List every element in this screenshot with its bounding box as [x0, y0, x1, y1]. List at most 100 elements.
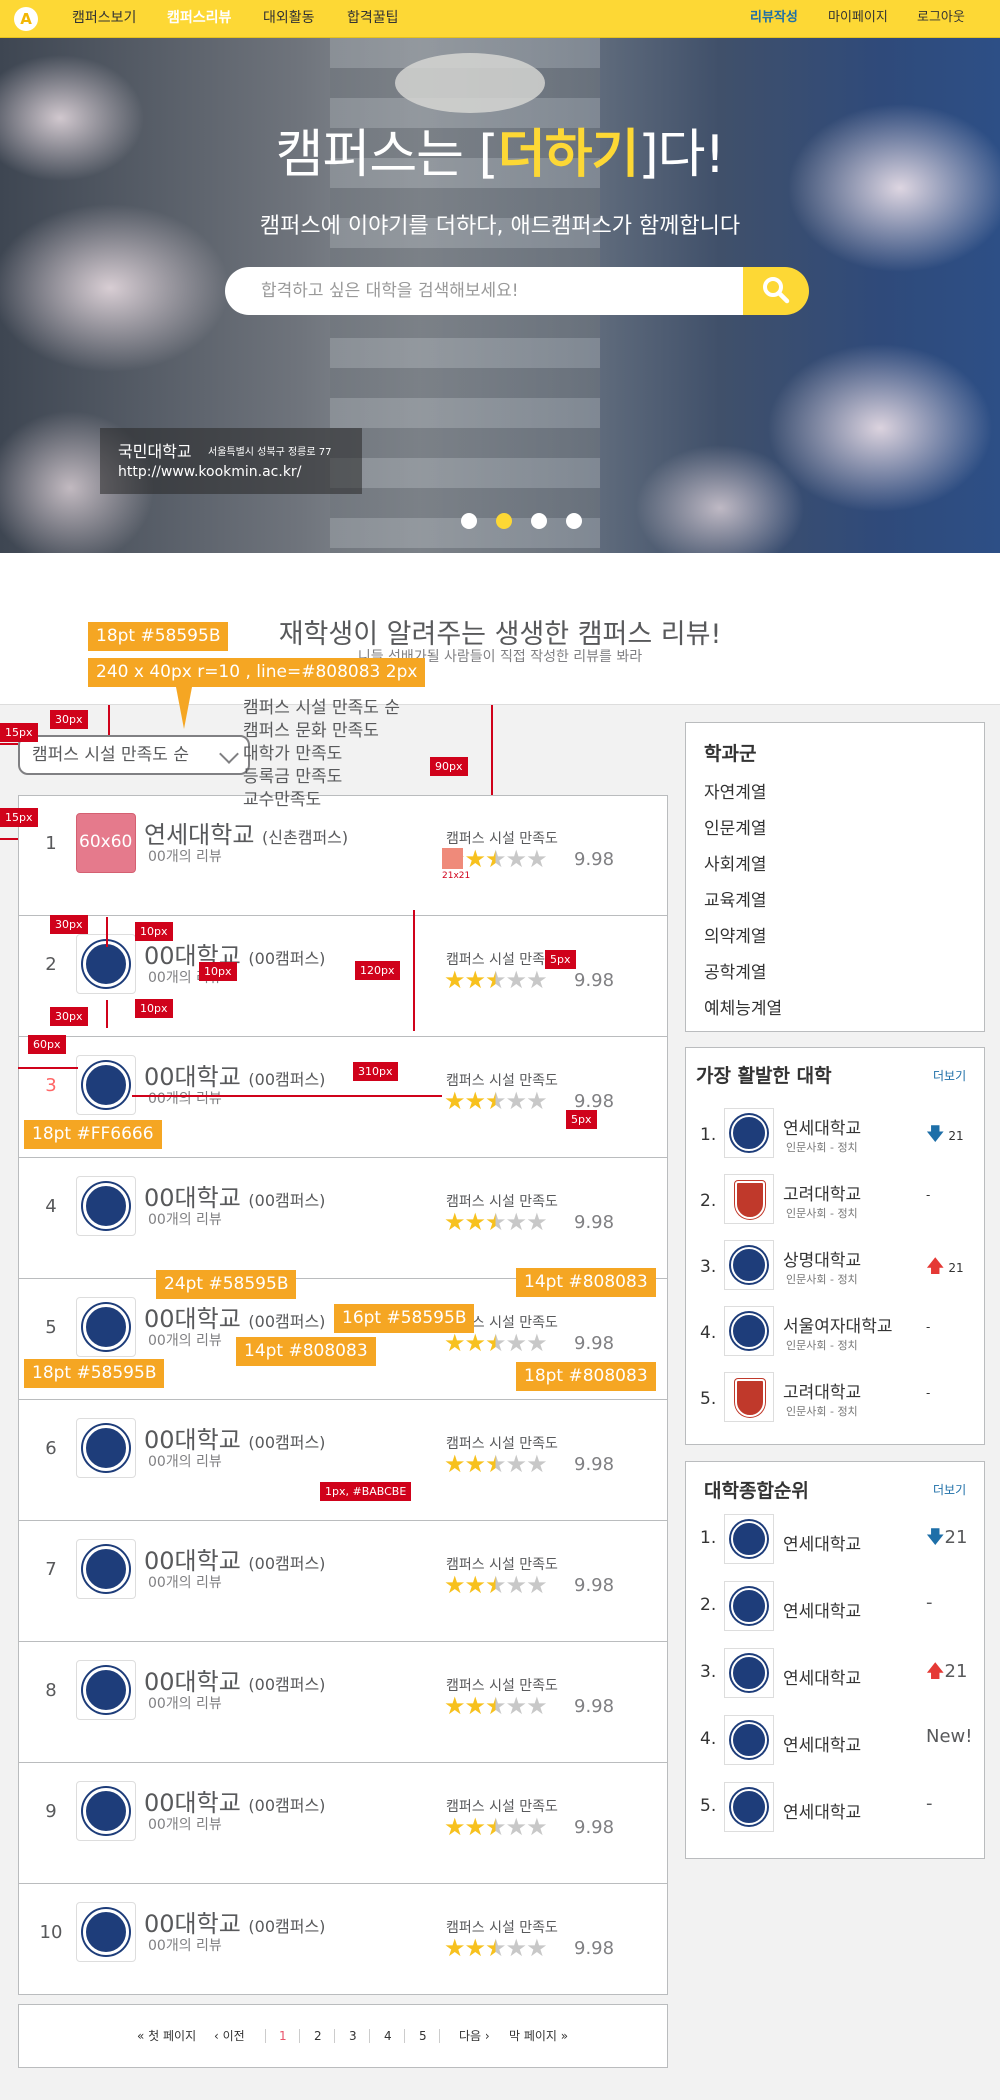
slider-dot-2[interactable]: [496, 513, 512, 529]
overall-more-link[interactable]: 더보기: [933, 1481, 966, 1498]
university-name[interactable]: 00대학교 (00캠퍼스): [144, 1299, 325, 1334]
search-button[interactable]: [743, 267, 809, 315]
university-logo[interactable]: 60x60: [76, 813, 136, 873]
sort-option[interactable]: 등록금 만족도: [243, 762, 342, 787]
slider-dot-1[interactable]: [461, 513, 477, 529]
review-row[interactable]: 8 00대학교 (00캠퍼스) 00개의 리뷰 캠퍼스 시설 만족도 ★★★★★ 9.98: [18, 1642, 668, 1763]
star-full-icon: ★: [464, 1934, 486, 1962]
overall-university-name[interactable]: 연세대학교: [783, 1530, 861, 1555]
category-item[interactable]: 사회계열: [704, 850, 767, 875]
overall-university-logo[interactable]: [724, 1514, 774, 1564]
university-logo[interactable]: [76, 1781, 136, 1841]
active-university-name[interactable]: 고려대학교: [783, 1180, 861, 1205]
nav-write-review[interactable]: 리뷰작성: [750, 0, 798, 38]
rating-score: 9.98: [574, 1575, 615, 1596]
review-row[interactable]: 2 00대학교 (00캠퍼스) 00개의 리뷰 캠퍼스 시설 만족도 ★★★★★ 9.98: [18, 916, 668, 1037]
active-university-name[interactable]: 상명대학교: [783, 1246, 861, 1271]
page-last[interactable]: 막 페이지 »: [509, 2005, 568, 2067]
university-logo[interactable]: [76, 1418, 136, 1478]
sort-select[interactable]: 캠퍼스 시설 만족도 순: [18, 735, 250, 775]
overall-university-name[interactable]: 연세대학교: [783, 1664, 861, 1689]
active-university-logo[interactable]: [724, 1372, 774, 1422]
university-crest-icon: [735, 1379, 765, 1417]
category-item[interactable]: 의약계열: [704, 922, 767, 947]
overall-university-name[interactable]: 연세대학교: [783, 1597, 861, 1622]
active-university-name[interactable]: 고려대학교: [783, 1378, 861, 1403]
pagination: « 첫 페이지 ‹ 이전 1 2 3 4 5 다음 › 막 페이지 »: [18, 2004, 668, 2068]
page-next[interactable]: 다음 ›: [459, 2005, 490, 2067]
category-item[interactable]: 자연계열: [704, 778, 767, 803]
active-university-logo[interactable]: [724, 1174, 774, 1224]
nav-logout[interactable]: 로그아웃: [917, 0, 965, 38]
active-more-link[interactable]: 더보기: [933, 1067, 966, 1084]
university-logo[interactable]: [76, 1539, 136, 1599]
annotation-tag: 60px: [28, 1035, 66, 1054]
review-count: 00개의 리뷰: [148, 1333, 222, 1349]
university-name[interactable]: 00대학교 (00캠퍼스): [144, 1904, 325, 1939]
page-prev[interactable]: ‹ 이전: [214, 2005, 245, 2067]
star-full-icon: ★: [444, 1692, 465, 1720]
active-university-name[interactable]: 서울여자대학교: [783, 1312, 892, 1337]
overall-university-logo[interactable]: [724, 1581, 774, 1631]
university-logo[interactable]: [76, 1176, 136, 1236]
nav-mypage[interactable]: 마이페이지: [828, 0, 888, 38]
university-name[interactable]: 00대학교 (00캠퍼스): [144, 1541, 325, 1576]
university-name[interactable]: 00대학교 (00캠퍼스): [144, 1783, 325, 1818]
overall-university-logo[interactable]: [724, 1648, 774, 1698]
page-first[interactable]: « 첫 페이지: [137, 2005, 196, 2067]
sort-option[interactable]: 대학가 만족도: [243, 739, 342, 764]
sort-option[interactable]: 캠퍼스 시설 만족도 순: [243, 693, 400, 718]
university-logo[interactable]: [76, 1055, 136, 1115]
sort-option[interactable]: 캠퍼스 문화 만족도: [243, 716, 379, 741]
overall-university-name[interactable]: 연세대학교: [783, 1798, 861, 1823]
overall-university-logo[interactable]: [724, 1782, 774, 1832]
active-university-logo[interactable]: [724, 1240, 774, 1290]
star-half-icon: ★: [485, 1087, 506, 1115]
review-row[interactable]: 4 00대학교 (00캠퍼스) 00개의 리뷰 캠퍼스 시설 만족도 ★★★★★ 9.98: [18, 1158, 668, 1279]
review-row[interactable]: 7 00대학교 (00캠퍼스) 00개의 리뷰 캠퍼스 시설 만족도 ★★★★★ 9.98: [18, 1521, 668, 1642]
overall-university-name[interactable]: 연세대학교: [783, 1731, 861, 1756]
university-logo[interactable]: [76, 1297, 136, 1357]
overall-university-logo[interactable]: [724, 1715, 774, 1765]
nav-tips[interactable]: 합격꿀팁: [347, 0, 399, 38]
slider-dot-4[interactable]: [566, 513, 582, 529]
active-university-logo[interactable]: [724, 1306, 774, 1356]
category-item[interactable]: 인문계열: [704, 814, 767, 839]
university-name[interactable]: 00대학교 (00캠퍼스): [144, 1057, 325, 1092]
page-5[interactable]: 5: [419, 2005, 427, 2067]
university-name[interactable]: 00대학교 (00캠퍼스): [144, 1420, 325, 1455]
campus-info-card[interactable]: 국민대학교 서울특별시 성북구 정릉로 77 http://www.kookmi…: [100, 428, 362, 494]
sort-option[interactable]: 교수만족도: [243, 785, 321, 810]
star-half-icon: ★: [485, 1934, 506, 1962]
review-row[interactable]: 10 00대학교 (00캠퍼스) 00개의 리뷰 캠퍼스 시설 만족도 ★★★★★ 9.9…: [18, 1884, 668, 2005]
page-4[interactable]: 4: [384, 2005, 392, 2067]
category-item[interactable]: 교육계열: [704, 886, 767, 911]
page-1[interactable]: 1: [279, 2005, 287, 2067]
university-name[interactable]: 00대학교 (00캠퍼스): [144, 1178, 325, 1213]
search-input[interactable]: [225, 267, 743, 315]
university-name[interactable]: 00대학교 (00캠퍼스): [144, 1662, 325, 1697]
star-full-icon: ★: [464, 1329, 486, 1357]
slider-dot-3[interactable]: [531, 513, 547, 529]
campus-url[interactable]: http://www.kookmin.ac.kr/: [118, 464, 301, 480]
page-3[interactable]: 3: [349, 2005, 357, 2067]
star-full-icon: ★: [444, 1208, 465, 1236]
active-university-name[interactable]: 연세대학교: [783, 1114, 861, 1139]
review-row[interactable]: 1 60x60 연세대학교 (신촌캠퍼스) 00개의 리뷰 캠퍼스 시설 만족도 ★★★★…: [18, 795, 668, 916]
university-seal-icon: [731, 1588, 767, 1624]
university-logo[interactable]: [76, 1660, 136, 1720]
nav-campus-view[interactable]: 캠퍼스보기: [72, 0, 136, 38]
nav-campus-review[interactable]: 캠퍼스리뷰: [167, 0, 231, 38]
page-2[interactable]: 2: [314, 2005, 322, 2067]
review-row[interactable]: 6 00대학교 (00캠퍼스) 00개의 리뷰 캠퍼스 시설 만족도 ★★★★★ 9.98: [18, 1400, 668, 1521]
university-seal-icon: [83, 941, 129, 987]
category-item[interactable]: 예체능계열: [704, 994, 782, 1019]
category-item[interactable]: 공학계열: [704, 958, 767, 983]
active-university-logo[interactable]: [724, 1108, 774, 1158]
university-name[interactable]: 연세대학교 (신촌캠퍼스): [144, 815, 348, 850]
nav-activities[interactable]: 대외활동: [263, 0, 315, 38]
rating-score: 9.98: [574, 1212, 615, 1233]
logo-icon[interactable]: A: [14, 7, 38, 31]
review-row[interactable]: 9 00대학교 (00캠퍼스) 00개의 리뷰 캠퍼스 시설 만족도 ★★★★★ 9.98: [18, 1763, 668, 1884]
university-logo[interactable]: [76, 1902, 136, 1962]
